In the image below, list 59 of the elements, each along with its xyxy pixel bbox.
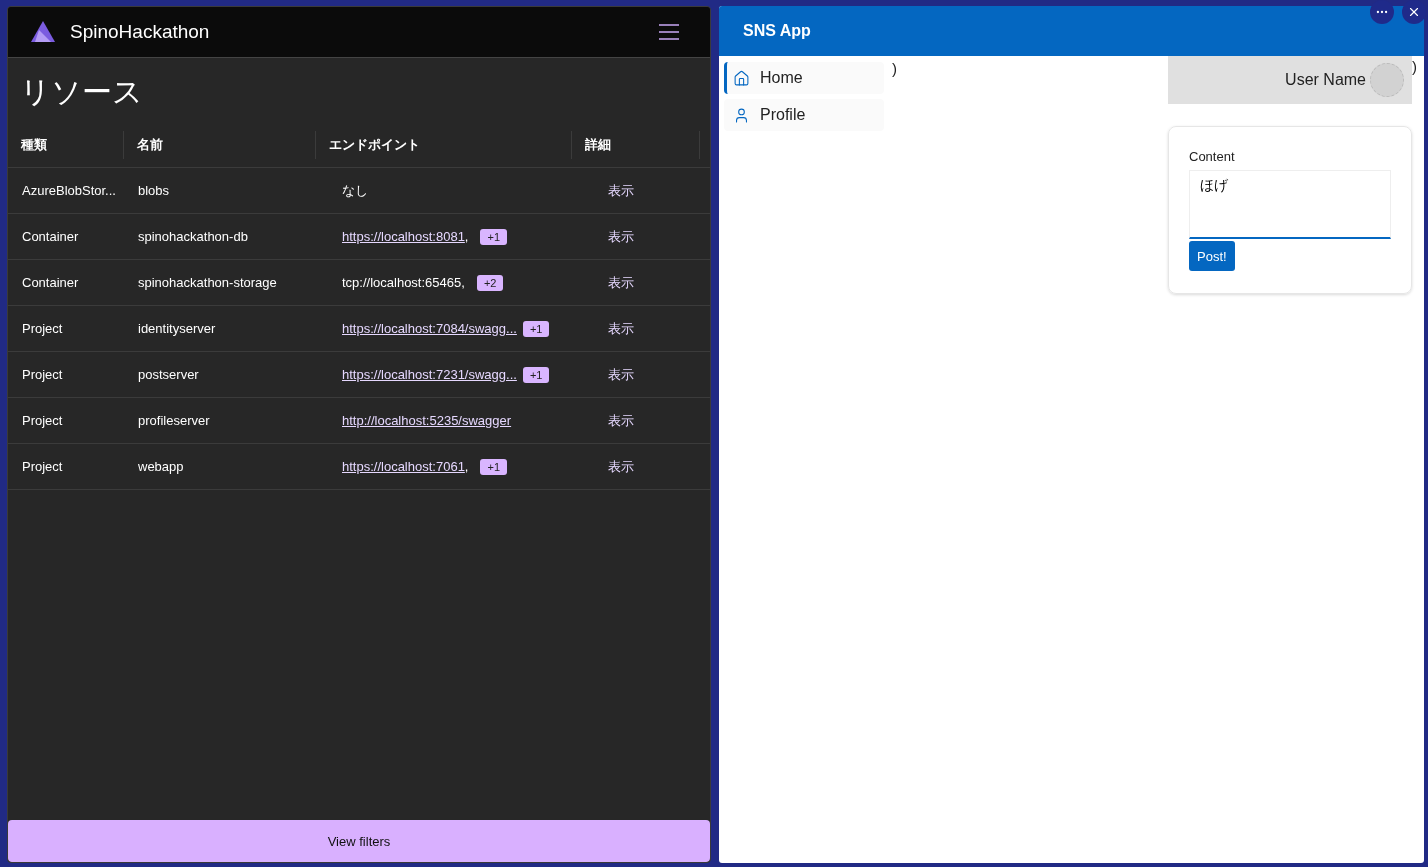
endpoint-link[interactable]: https://localhost:8081	[342, 229, 465, 244]
count-badge[interactable]: +2	[476, 274, 504, 291]
separator-text: ,	[461, 275, 465, 290]
table-cell: Container	[8, 260, 124, 306]
user-name: User Name	[1285, 71, 1366, 89]
count-badge[interactable]: +1	[480, 228, 508, 245]
details-link[interactable]: 表示	[608, 365, 634, 384]
column-header[interactable]: 名前	[124, 123, 316, 168]
app-title: SNS App	[743, 22, 811, 40]
details-link[interactable]: 表示	[608, 457, 634, 476]
table-cell: postserver	[124, 352, 316, 398]
separator-text: ,	[464, 459, 469, 474]
details-link[interactable]: 表示	[608, 319, 634, 338]
table-cell: Project	[8, 444, 124, 490]
close-icon	[1407, 5, 1421, 19]
content-input[interactable]: ほげ	[1189, 170, 1391, 239]
table-cell: Container	[8, 214, 124, 260]
table-cell: profileserver	[124, 398, 316, 444]
column-header[interactable]: 種類	[8, 123, 124, 168]
brand-title: SpinoHackathon	[70, 21, 210, 43]
details-link[interactable]: 表示	[608, 273, 634, 292]
details-link[interactable]: 表示	[608, 411, 634, 430]
post-button[interactable]: Post!	[1189, 241, 1235, 271]
count-badge[interactable]: +1	[522, 366, 550, 383]
nav-item[interactable]: Home	[724, 62, 884, 94]
details-link[interactable]: 表示	[608, 181, 634, 200]
close-button[interactable]	[1402, 0, 1426, 24]
table-cell: webapp	[124, 444, 316, 490]
home-icon	[733, 69, 750, 87]
endpoint-text: なし	[342, 181, 368, 200]
table-cell: Project	[8, 398, 124, 444]
table-cell: spinohackathon-db	[124, 214, 316, 260]
table-cell: AzureBlobStor...	[8, 168, 124, 214]
page-title: リソース	[20, 73, 144, 111]
more-button[interactable]	[1370, 0, 1394, 24]
view-filters-button[interactable]: View filters	[8, 820, 710, 862]
count-badge[interactable]: +1	[522, 320, 550, 337]
table-cell: blobs	[124, 168, 316, 214]
endpoint-link[interactable]: http://localhost:5235/swagger	[342, 413, 512, 428]
endpoint-link[interactable]: https://localhost:7231/swagg...	[342, 367, 517, 382]
stray-text: )	[1412, 58, 1417, 75]
user-icon	[733, 106, 750, 124]
table-cell: spinohackathon-storage	[124, 260, 316, 306]
count-badge[interactable]: +1	[480, 458, 508, 475]
menu-icon[interactable]	[658, 24, 680, 40]
table-cell: Project	[8, 352, 124, 398]
table-cell: identityserver	[124, 306, 316, 352]
avatar-placeholder	[1370, 63, 1404, 97]
stray-text: )	[892, 60, 897, 77]
endpoint-link[interactable]: https://localhost:7084/swagg...	[342, 321, 517, 336]
column-header[interactable]: エンドポイント	[316, 123, 572, 168]
column-header[interactable]: 詳細	[572, 123, 700, 168]
endpoint-link[interactable]: https://localhost:7061	[342, 459, 465, 474]
table-cell: Project	[8, 306, 124, 352]
triangle-logo-icon	[30, 20, 56, 44]
nav-item[interactable]: Profile	[724, 99, 884, 131]
details-link[interactable]: 表示	[608, 227, 634, 246]
separator-text: ,	[464, 229, 469, 244]
content-label: Content	[1189, 149, 1236, 164]
